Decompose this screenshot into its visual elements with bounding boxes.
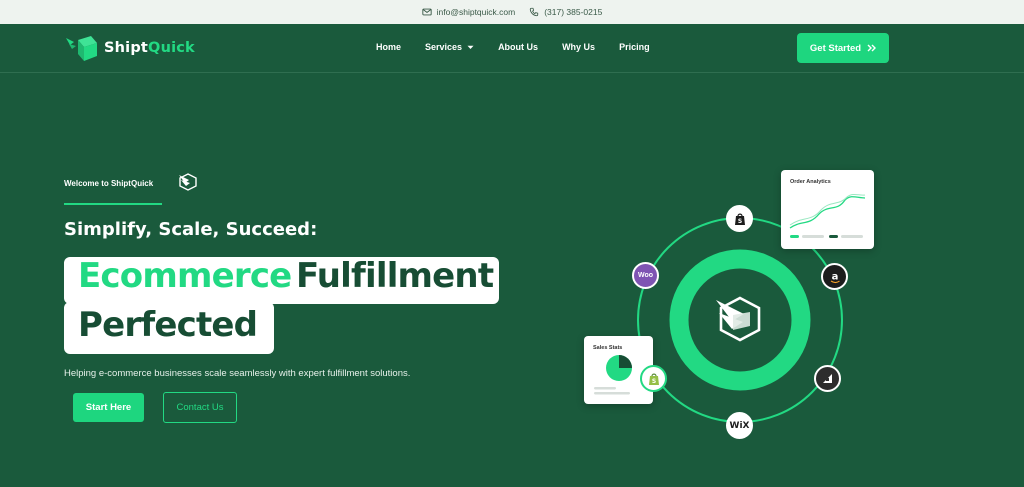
order-analytics-card: Order Analytics [781, 170, 874, 249]
wix-badge[interactable]: WiX [726, 412, 753, 439]
nav-item-why-us[interactable]: Why Us [562, 42, 595, 52]
fulfillment-graphic: Order Analytics Sales Stats S a Woo S Wi… [560, 150, 920, 460]
center-logo-icon [716, 296, 761, 342]
shopify-bag-icon: S [648, 373, 659, 385]
start-here-button[interactable]: Start Here [73, 393, 144, 422]
hero-description: Helping e-commerce businesses scale seam… [64, 368, 411, 379]
get-started-button[interactable]: Get Started [797, 33, 889, 63]
woocommerce-badge[interactable]: Woo [632, 262, 659, 289]
welcome-underline [64, 203, 162, 205]
contact-bar: info@shiptquick.com (317) 385-0215 [0, 0, 1024, 24]
phone-icon [530, 7, 539, 17]
headline-word-ecommerce: Ecommerce [78, 256, 292, 296]
caret-down-icon [467, 45, 474, 49]
svg-text:S: S [737, 218, 741, 225]
contact-us-button[interactable]: Contact Us [163, 392, 237, 423]
headline-word-perfected: Perfected [78, 305, 258, 345]
brand-logo[interactable]: ShiptQuick [64, 34, 195, 62]
box-logo-icon [66, 36, 97, 61]
nav-item-pricing[interactable]: Pricing [619, 42, 650, 52]
mail-icon [422, 8, 432, 16]
wix-icon: WiX [729, 420, 750, 431]
nav-menu: Home Services About Us Why Us Pricing [376, 42, 674, 52]
woocommerce-icon: Woo [637, 272, 654, 279]
bigcommerce-badge[interactable] [814, 365, 841, 392]
phone-contact[interactable]: (317) 385-0215 [529, 7, 602, 17]
email-text: info@shiptquick.com [436, 7, 516, 17]
brand-name: ShiptQuick [104, 40, 195, 56]
shopify-badge[interactable]: S [726, 205, 753, 232]
line-chart-graphic [789, 193, 866, 238]
svg-text:S: S [651, 378, 655, 385]
phone-text: (317) 385-0215 [544, 7, 603, 17]
shopify-badge-small[interactable]: S [640, 365, 667, 392]
email-contact[interactable]: info@shiptquick.com [422, 7, 516, 17]
shopify-icon: S [734, 213, 745, 225]
svg-text:a: a [831, 271, 838, 282]
main-nav: ShiptQuick Home Services About Us Why Us… [0, 24, 1024, 73]
welcome-label: Welcome to ShiptQuick [64, 179, 154, 188]
bigcommerce-icon [823, 374, 832, 383]
nav-item-about-us[interactable]: About Us [498, 42, 538, 52]
double-chevron-right-icon [867, 44, 877, 52]
amazon-badge[interactable]: a [821, 263, 848, 290]
hero-subtitle: Simplify, Scale, Succeed: [64, 219, 318, 240]
nav-item-services[interactable]: Services [425, 42, 474, 52]
amazon-icon: a [830, 271, 840, 283]
nav-item-home[interactable]: Home [376, 42, 401, 52]
headline-word-fulfillment: Fulfillment [296, 256, 494, 296]
wing-box-icon [179, 173, 197, 191]
